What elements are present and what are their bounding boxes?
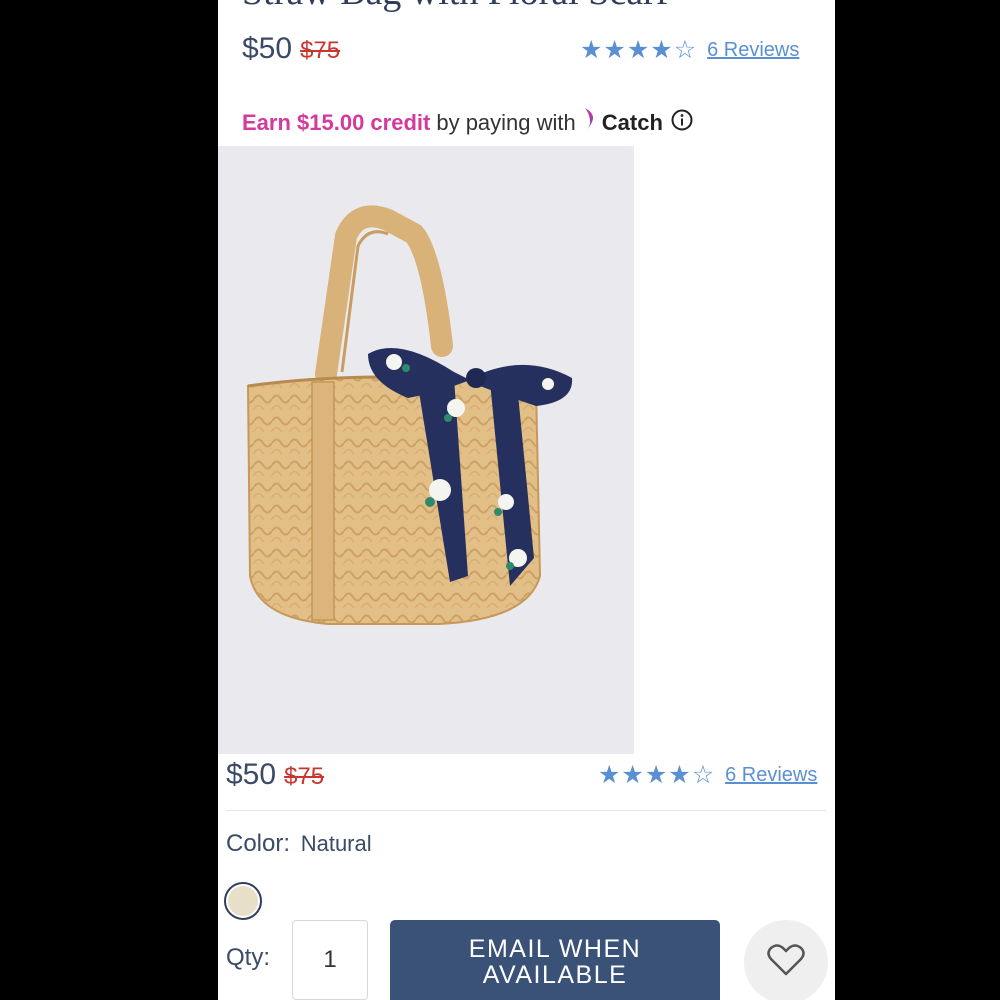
color-row: Color: Natural — [226, 830, 372, 858]
star-outline-icon: ☆ — [691, 761, 715, 789]
qty-label: Qty: — [226, 944, 271, 971]
star-icon: ★ — [668, 761, 691, 789]
rating-top: ★ ★ ★ ★ ☆ 6 Reviews — [580, 38, 799, 63]
sale-price: $50 — [226, 758, 277, 791]
info-icon[interactable] — [671, 109, 693, 137]
rating-stars: ★ ★ ★ ★ ☆ — [598, 763, 715, 788]
swatch-fill — [228, 886, 258, 916]
catch-credit-banner[interactable]: Earn $15.00 credit by paying with Catch — [242, 106, 693, 140]
heart-icon — [767, 943, 805, 982]
star-icon: ★ — [650, 36, 673, 64]
star-icon: ★ — [598, 761, 621, 789]
reviews-link[interactable]: 6 Reviews — [707, 39, 799, 62]
color-swatch-natural[interactable] — [224, 882, 262, 920]
price-row-bottom: $50 $75 — [226, 758, 324, 792]
price-row-top: $50 $75 — [242, 32, 340, 66]
catch-logo-icon — [582, 106, 598, 140]
email-button-line1: EMAIL WHEN — [468, 934, 642, 963]
color-value: Natural — [300, 831, 372, 856]
star-icon: ★ — [580, 36, 603, 64]
star-icon: ★ — [621, 761, 644, 789]
rating-bottom: ★ ★ ★ ★ ☆ 6 Reviews — [598, 763, 817, 788]
rating-stars: ★ ★ ★ ★ ☆ — [580, 38, 697, 63]
catch-brand: Catch — [601, 110, 663, 135]
email-when-available-button[interactable]: EMAIL WHEN AVAILABLE — [390, 920, 720, 1000]
product-page: Straw Bag with Floral Scarf $50 $75 ★ ★ … — [218, 0, 835, 1000]
star-icon: ★ — [603, 36, 626, 64]
original-price: $75 — [284, 763, 325, 790]
wishlist-button[interactable] — [744, 920, 828, 1000]
product-image[interactable] — [218, 146, 634, 754]
divider — [226, 810, 826, 811]
original-price: $75 — [300, 37, 341, 64]
color-label: Color: — [226, 830, 291, 857]
credit-amount: Earn $15.00 credit — [242, 110, 431, 135]
reviews-link[interactable]: 6 Reviews — [725, 764, 817, 787]
star-outline-icon: ☆ — [673, 36, 697, 64]
straw-bag-illustration — [246, 205, 573, 625]
product-title: Straw Bag with Floral Scarf — [242, 0, 668, 14]
credit-by-text: by paying with — [436, 110, 576, 135]
star-icon: ★ — [626, 36, 650, 64]
star-icon: ★ — [644, 761, 668, 789]
email-button-line2: AVAILABLE — [482, 961, 628, 989]
quantity-input[interactable]: 1 — [292, 920, 368, 1000]
sale-price: $50 — [242, 32, 293, 65]
